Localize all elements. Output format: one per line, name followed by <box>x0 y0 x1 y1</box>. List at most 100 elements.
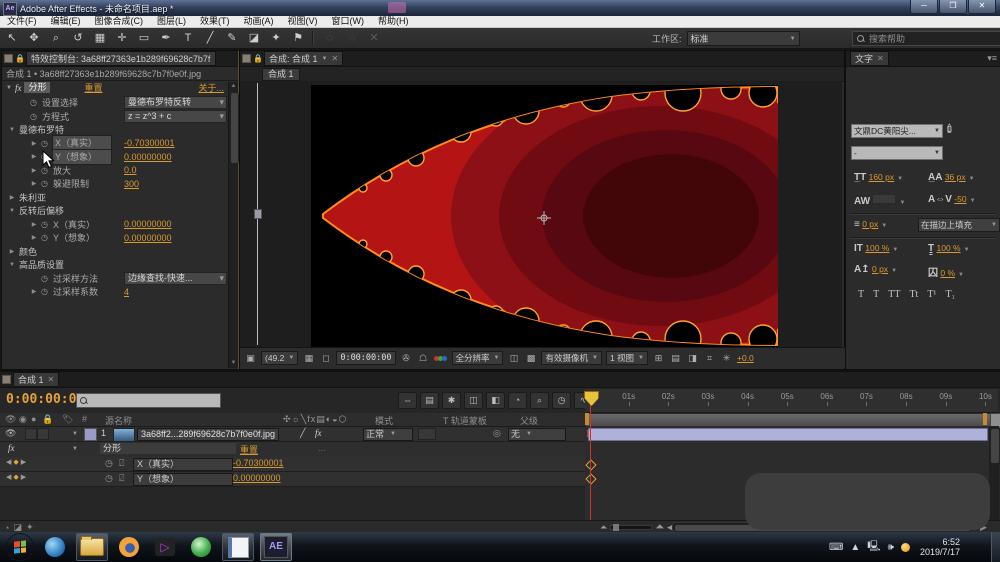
stopwatch-icon[interactable]: ◷ <box>30 112 39 121</box>
effect-property-row[interactable]: ◷ 方程式 z = z^3 + c <box>2 110 228 124</box>
effect-property-row[interactable]: ◷ X（真实） 0.00000000 <box>2 218 228 232</box>
twirl-icon[interactable] <box>8 248 16 255</box>
graph-icon[interactable]: ⍁ <box>119 473 124 484</box>
reset-link[interactable]: 重置 <box>84 81 102 94</box>
menu-item[interactable]: 效果(T) <box>193 16 237 27</box>
playhead-line[interactable] <box>590 392 591 520</box>
exposure-icon[interactable]: ✳ <box>720 353 733 364</box>
zoom-tool-icon[interactable]: ⌕ <box>46 30 66 46</box>
minimize-button[interactable]: ─ <box>910 0 938 14</box>
trkmat-column[interactable]: T 轨道蒙板 <box>443 414 487 427</box>
stopwatch-icon[interactable]: ◷ <box>41 287 50 296</box>
stopwatch-icon[interactable]: ◷ <box>41 233 50 242</box>
twirl-open-icon[interactable]: ▼ <box>6 85 12 91</box>
effect-property-row[interactable]: ◷ 反转后偏移 <box>2 204 228 218</box>
motion-blur-icon[interactable]: ✱ <box>442 392 461 409</box>
show-desktop-button[interactable] <box>991 532 1000 562</box>
draft3d-icon[interactable]: ◧ <box>486 392 505 409</box>
volume-icon[interactable]: 🕪 <box>888 542 894 553</box>
rotation-tool-icon[interactable]: ↺ <box>68 30 88 46</box>
fast-preview-icon[interactable]: ▤ <box>669 353 682 364</box>
parent-column[interactable]: 父级 <box>520 414 538 427</box>
keyframed-property-row[interactable]: ◀◆▶ ◷ ⍁ X（真实） -0.70300001 <box>0 457 585 472</box>
scroll-down-icon[interactable]: ▼ <box>229 359 238 368</box>
layer-twirl-icon[interactable]: ▼ <box>72 431 78 437</box>
time-ruler[interactable]: 0s01s02s03s04s05s06s07s08s09s10s <box>585 389 998 413</box>
scroll-up-icon[interactable]: ▲ <box>229 82 238 91</box>
effect-property-row[interactable]: ◷ 颜色 <box>2 245 228 259</box>
keyframed-property-row[interactable]: ◀◆▶ ◷ ⍁ Y（想象） 0.00000000 <box>0 472 585 487</box>
in-out-columns-icon[interactable]: ⇔ <box>398 392 417 409</box>
property-value[interactable]: 300 <box>124 179 139 189</box>
hide-shy-icon[interactable]: ◔ <box>508 392 527 409</box>
property-value[interactable]: -0.70300001 <box>233 458 284 468</box>
graph-icon[interactable]: ⍁ <box>119 458 124 469</box>
quality-switch-icon[interactable]: ╱ <box>300 428 305 439</box>
lock-icon[interactable]: 🔒 <box>253 54 263 63</box>
audio-icon[interactable]: ◉ <box>19 414 27 425</box>
layer-name[interactable]: 3a68ff2...289f69628c7b7f0e0f.jpg <box>137 428 279 441</box>
parent-dropdown[interactable]: 无▼ <box>508 428 566 441</box>
twirl-icon[interactable] <box>30 221 38 228</box>
twirl-icon[interactable] <box>8 194 16 201</box>
timeline-search-input[interactable] <box>76 393 221 408</box>
lock-icon[interactable]: 🔒 <box>42 414 53 425</box>
camera-tool-icon[interactable]: ▦ <box>90 30 110 46</box>
fx-switch-icon[interactable]: fx <box>315 428 322 438</box>
about-link[interactable]: 关于... <box>198 81 224 94</box>
effect-property-row[interactable]: ◷ 躲避限制 300 <box>2 177 228 191</box>
effect-header-row[interactable]: ▼ fx 分形 重置 关于... <box>2 81 238 94</box>
baseline-shift-control[interactable]: A↥ 0 px▼ <box>854 264 897 275</box>
menu-item[interactable]: 文件(F) <box>0 16 44 27</box>
resolution-dropdown[interactable]: 全分辨率▼ <box>452 351 504 365</box>
view-layout-dropdown[interactable]: 1 视图▼ <box>606 351 648 365</box>
stopwatch-icon[interactable]: ◷ <box>41 220 50 229</box>
panel-grip-icon[interactable] <box>4 54 13 63</box>
property-value[interactable]: 0.0 <box>124 165 137 175</box>
faux-style-button[interactable]: TT <box>888 289 900 300</box>
taskbar-video-player[interactable]: ▷ <box>150 534 180 560</box>
faux-style-button[interactable]: Tt <box>909 289 918 300</box>
puppet-pin-tool-icon[interactable]: ⚑ <box>288 30 308 46</box>
timeline-tab[interactable]: 合成 1 ✕ <box>13 372 59 387</box>
channels-icon[interactable] <box>434 356 448 361</box>
effect-property-row[interactable]: ◷ 朱利亚 <box>2 191 228 205</box>
flowchart-icon[interactable]: ⌗ <box>703 353 716 364</box>
timeline-vertical-scrollbar[interactable] <box>989 426 999 520</box>
leading-control[interactable]: A̲A 36 px▼ <box>928 172 975 183</box>
timeline-button-icon[interactable]: ◨ <box>686 353 699 364</box>
effect-controls-tab[interactable]: 特效控制台: 3a68ff27363e1b289f69628c7b7f ▼ <box>26 51 216 66</box>
font-size-control[interactable]: T̲T 160 px▼ <box>854 172 903 183</box>
label-icon[interactable]: 🏷 <box>62 414 73 425</box>
graph-editor-icon[interactable]: ▤ <box>420 392 439 409</box>
live-update-icon[interactable]: ◷ <box>552 392 571 409</box>
show-snapshot-icon[interactable]: ☖ <box>417 353 430 364</box>
property-value[interactable]: 0.00000000 <box>233 473 281 483</box>
current-timecode[interactable]: 0:00:00:00 <box>6 392 84 407</box>
property-value[interactable]: 0.00000000 <box>124 233 172 243</box>
eye-icon[interactable]: 👁 <box>5 428 16 439</box>
zoom-region-icon[interactable]: ⌕ <box>530 392 549 409</box>
transparency-grid-icon[interactable]: ▩ <box>524 353 537 364</box>
effect-name[interactable]: 分形 <box>100 443 236 454</box>
region-of-interest-icon[interactable]: ◻ <box>319 353 332 364</box>
stopwatch-icon[interactable]: ◷ <box>41 179 50 188</box>
stopwatch-icon[interactable]: ◷ <box>105 473 113 484</box>
menu-item[interactable]: 图层(L) <box>150 16 193 27</box>
menu-item[interactable]: 动画(A) <box>237 16 281 27</box>
menu-item[interactable]: 编辑(E) <box>44 16 88 27</box>
composition-tab[interactable]: 合成: 合成 1 ▼ ✕ <box>264 51 343 66</box>
menu-item[interactable]: 视图(V) <box>281 16 325 27</box>
tracking-control[interactable]: A⇔V -50▼ <box>928 194 976 205</box>
effect-row[interactable]: fx ▼ 分形 重置 ... <box>0 442 585 458</box>
composition-viewer[interactable] <box>240 81 842 347</box>
taskbar-notepad[interactable] <box>222 533 254 561</box>
guide-handle[interactable] <box>254 209 262 219</box>
help-search-input[interactable]: 搜索帮助 <box>852 31 1000 46</box>
selection-tool-icon[interactable]: ↖ <box>2 30 22 46</box>
property-value[interactable]: 曼德布罗特反转 <box>124 96 227 109</box>
shy-toggle-icon[interactable]: ◔ <box>4 523 9 533</box>
label-color-chip[interactable] <box>84 428 97 441</box>
region-icon[interactable]: ◫ <box>507 353 520 364</box>
horizontal-scale-control[interactable]: T̳ 100 %▼ <box>928 243 970 254</box>
